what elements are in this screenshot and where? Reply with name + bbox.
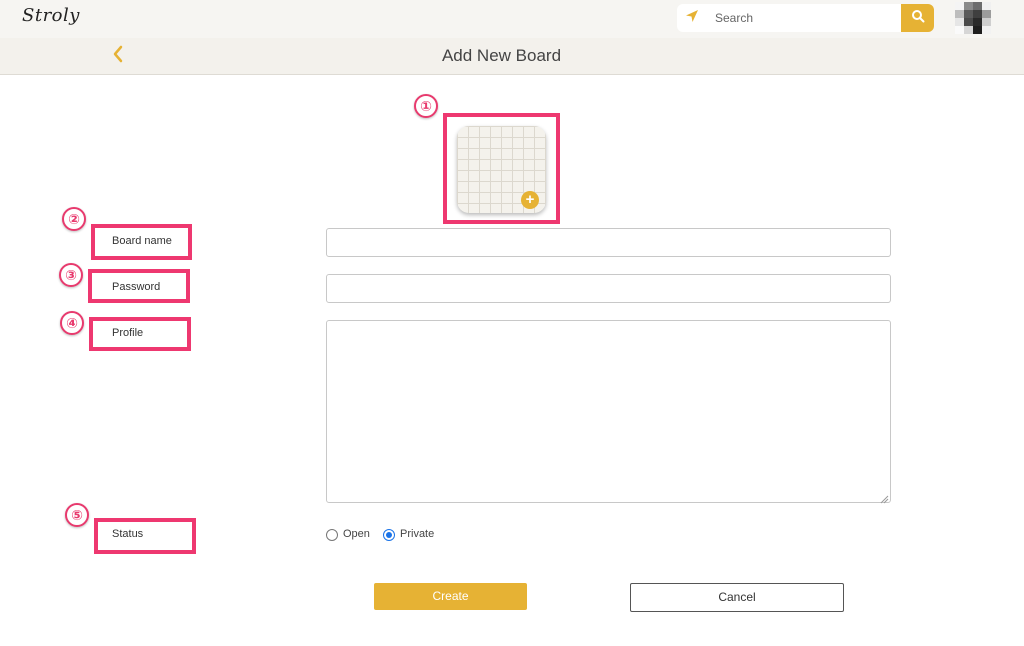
location-arrow-icon [684,8,700,29]
annotation-marker-2: ② [62,207,86,231]
annotation-marker-4: ④ [60,311,84,335]
status-radio-private[interactable] [383,529,395,541]
profile-textarea[interactable] [326,320,891,503]
status-radio-private-label[interactable]: Private [400,528,434,540]
annotation-marker-5: ⑤ [65,503,89,527]
cancel-button[interactable]: Cancel [630,583,844,612]
avatar[interactable] [955,2,991,34]
highlight-box-status [94,518,196,554]
search-input[interactable] [707,4,901,32]
create-button[interactable]: Create [374,583,527,610]
resize-grip-icon[interactable] [879,491,889,504]
annotation-marker-3: ③ [59,263,83,287]
status-radio-open[interactable] [326,529,338,541]
page-header: Add New Board [0,38,1024,75]
status-radio-open-label[interactable]: Open [343,528,370,540]
password-input[interactable] [326,274,891,303]
page-title: Add New Board [441,46,562,65]
app-logo[interactable]: Stroly [22,5,80,26]
annotation-marker-1: ① [414,94,438,118]
top-bar: Stroly [0,0,1024,38]
profile-label: Profile [112,327,144,339]
board-name-label: Board name [112,235,172,247]
board-name-input[interactable] [326,228,891,257]
password-label: Password [112,281,161,293]
status-label: Status [112,528,144,540]
plus-circle-icon[interactable]: + [521,191,539,209]
search-button[interactable] [901,4,934,32]
location-button[interactable] [677,4,707,32]
search-icon [911,9,925,28]
